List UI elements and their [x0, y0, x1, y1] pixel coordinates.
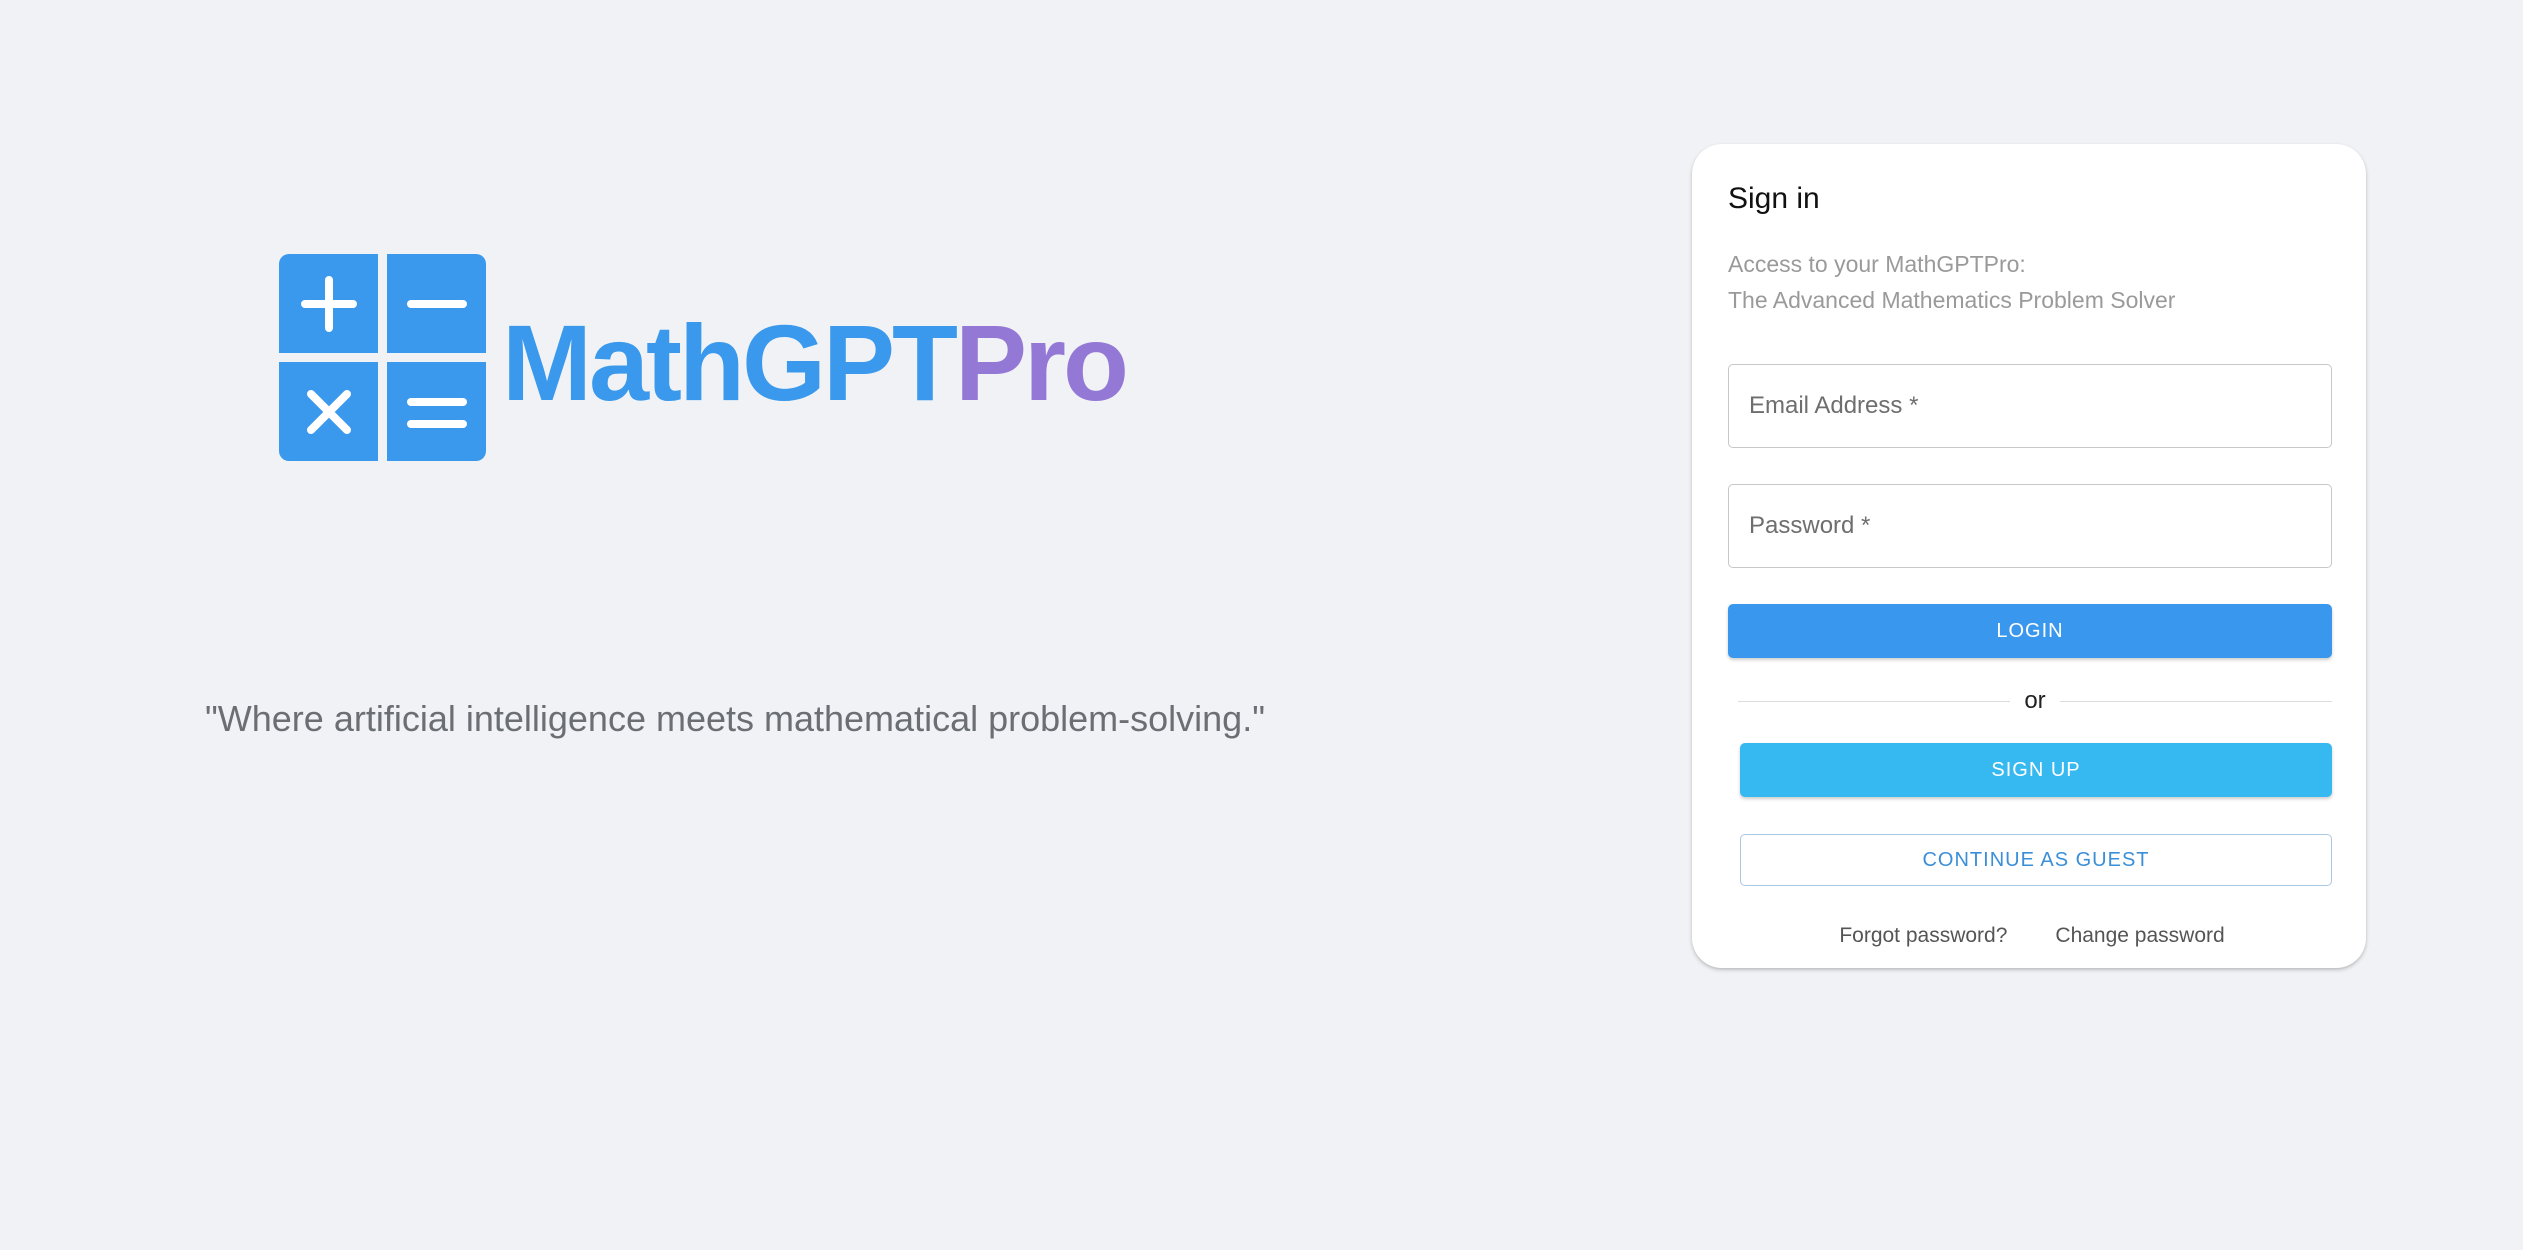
hero-section: MathGPTPro "Where artificial intelligenc… [0, 0, 1600, 1250]
login-button[interactable]: LOGIN [1728, 604, 2332, 658]
signin-subtitle: Access to your MathGPTPro: The Advanced … [1728, 246, 2175, 318]
tagline: "Where artificial intelligence meets mat… [205, 698, 1265, 739]
equals-icon [387, 362, 486, 461]
calculator-logo-icon [279, 254, 486, 461]
email-input[interactable] [1729, 365, 2331, 447]
or-divider: or [1738, 686, 2332, 716]
signup-button[interactable]: SIGN UP [1740, 743, 2332, 797]
subtitle-line-1: Access to your MathGPTPro: [1728, 251, 2026, 277]
plus-icon [279, 254, 378, 353]
password-input[interactable] [1729, 485, 2331, 567]
change-password-link[interactable]: Change password [2055, 924, 2224, 948]
continue-as-guest-button[interactable]: CONTINUE AS GUEST [1740, 834, 2332, 886]
signin-card: Sign in Access to your MathGPTPro: The A… [1692, 144, 2366, 968]
brand-logo: MathGPTPro [279, 254, 1129, 461]
forgot-password-link[interactable]: Forgot password? [1839, 924, 2007, 948]
password-field [1728, 484, 2332, 568]
subtitle-line-2: The Advanced Mathematics Problem Solver [1728, 287, 2176, 313]
divider-line-right [2059, 700, 2332, 702]
brand-accent: Pro [954, 301, 1129, 423]
divider-text: or [2024, 687, 2046, 714]
brand-wordmark: MathGPTPro [502, 308, 1129, 417]
signin-title: Sign in [1728, 182, 1820, 215]
divider-line-left [1738, 700, 2011, 702]
times-icon [279, 362, 378, 461]
minus-icon [387, 254, 486, 353]
email-field [1728, 364, 2332, 448]
account-links: Forgot password? Change password [1692, 924, 2366, 948]
brand-main: MathGPT [502, 301, 958, 423]
